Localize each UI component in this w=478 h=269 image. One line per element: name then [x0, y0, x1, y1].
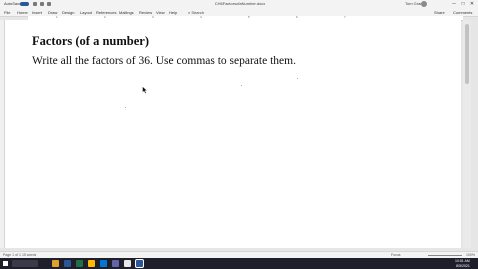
clock-date: 8/5/2021 [456, 263, 470, 268]
status-bar: Page 1 of 1 15 words Focus 100% [0, 251, 478, 258]
vertical-scrollbar[interactable] [463, 20, 471, 248]
tab-home[interactable]: Home [17, 10, 28, 15]
ruler-number: 1 [56, 15, 58, 19]
taskbar-app-icon[interactable] [100, 260, 107, 267]
tab-insert[interactable]: Insert [32, 10, 42, 15]
search-icon: ⌕ [188, 10, 191, 15]
taskbar-search-input[interactable] [12, 260, 38, 267]
word-app-icon[interactable] [135, 259, 144, 268]
zoom-level[interactable]: 100% [466, 253, 475, 257]
tab-review[interactable]: Review [139, 10, 152, 15]
tab-layout[interactable]: Layout [80, 10, 92, 15]
question-text: Write all the factors of 36. Use commas … [32, 55, 296, 67]
tab-view[interactable]: View [156, 10, 165, 15]
speck [241, 85, 242, 86]
undo-icon[interactable] [40, 2, 44, 6]
autosave-label: AutoSave [4, 1, 22, 6]
taskbar-app-icon[interactable] [88, 260, 95, 267]
clock-time: 10:51 AM [455, 259, 470, 263]
maximize-button[interactable]: □ [459, 1, 467, 8]
redo-icon[interactable] [47, 2, 51, 6]
search-label: Search [191, 10, 205, 15]
title-bar: AutoSave CH6FactorsofaNumber.docx Tom Gr… [0, 0, 478, 9]
tab-references[interactable]: References [96, 10, 116, 15]
taskbar: 10:51 AM 8/5/2021 [0, 258, 478, 269]
taskbar-app-icon[interactable] [52, 260, 59, 267]
scrollbar-thumb[interactable] [465, 24, 469, 84]
word-count[interactable]: 15 words [22, 253, 36, 257]
avatar[interactable] [421, 1, 427, 7]
clock[interactable]: 10:51 AM 8/5/2021 [455, 259, 470, 268]
ruler-number: 6 [296, 15, 298, 19]
ruler-number: 5 [248, 15, 250, 19]
comments-button[interactable]: Comments [453, 10, 472, 15]
taskbar-app-icon[interactable] [124, 260, 131, 267]
ruler-number: 7 [344, 15, 346, 19]
page-heading: Factors (of a number) [32, 34, 149, 48]
focus-button[interactable]: Focus [391, 253, 401, 257]
taskbar-app-icon[interactable] [76, 260, 83, 267]
share-button[interactable]: Share [434, 10, 445, 15]
tab-design[interactable]: Design [62, 10, 74, 15]
document-page[interactable]: Factors (of a number) Write all the fact… [5, 20, 461, 248]
minimize-button[interactable]: ─ [450, 1, 458, 8]
page-count[interactable]: Page 1 of 1 [3, 253, 21, 257]
speck [125, 107, 126, 108]
close-button[interactable]: ✕ [468, 1, 476, 8]
speck [297, 78, 298, 79]
zoom-slider[interactable] [428, 255, 462, 256]
tab-help[interactable]: Help [169, 10, 177, 15]
taskbar-app-icon[interactable] [112, 260, 119, 267]
ruler-number: 4 [200, 15, 202, 19]
taskbar-app-icon[interactable] [64, 260, 71, 267]
save-icon[interactable] [33, 2, 37, 6]
tab-mailings[interactable]: Mailings [119, 10, 134, 15]
ruler-number: 3 [152, 15, 154, 19]
tab-file[interactable]: File [4, 10, 10, 15]
document-title: CH6FactorsofaNumber.docx [214, 1, 266, 6]
ruler-number: 2 [104, 15, 106, 19]
autosave-toggle[interactable] [20, 2, 29, 6]
mouse-pointer-icon [142, 86, 148, 94]
windows-start-icon[interactable] [3, 261, 8, 266]
